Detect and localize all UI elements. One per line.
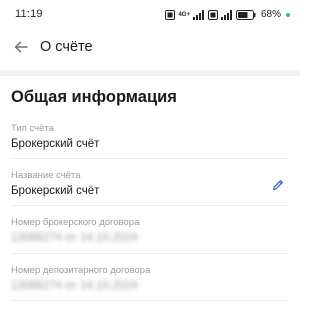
section-separator bbox=[0, 70, 300, 76]
field-brokerage-contract: Номер брокерского договора 13086274 от 1… bbox=[11, 217, 288, 244]
status-time: 11:19 bbox=[15, 8, 43, 20]
field-label: Тип счёта bbox=[11, 123, 54, 134]
field-divider bbox=[11, 300, 288, 301]
field-label: Название счёта bbox=[11, 170, 81, 181]
field-divider bbox=[11, 253, 288, 254]
network-type-label: 4G+ bbox=[178, 11, 190, 18]
field-label: Номер депозитарного договора bbox=[11, 265, 151, 276]
section-title: Общая информация bbox=[11, 88, 177, 106]
sim-hd-icon bbox=[165, 9, 176, 20]
field-value: Брокерский счёт bbox=[11, 138, 100, 150]
battery-icon bbox=[235, 9, 256, 20]
field-account-name[interactable]: Название счёта Брокерский счёт bbox=[11, 170, 288, 197]
arrow-left-icon bbox=[14, 41, 28, 53]
battery-saver-dot bbox=[286, 12, 290, 17]
signal-bars-icon-2 bbox=[220, 9, 232, 20]
field-value-redacted: 13086274 от 14.10.2024 bbox=[11, 280, 138, 292]
field-divider bbox=[11, 205, 288, 206]
field-label: Номер брокерского договора bbox=[11, 217, 140, 228]
field-divider bbox=[11, 158, 288, 159]
page-title: О счёте bbox=[40, 39, 93, 55]
signal-bars-icon bbox=[192, 9, 204, 20]
field-value-redacted: 13086274 от 14.10.2024 bbox=[11, 232, 138, 244]
field-account-type: Тип счёта Брокерский счёт bbox=[11, 123, 288, 150]
edit-account-name-button[interactable] bbox=[270, 177, 286, 193]
app-bar: О счёте bbox=[0, 30, 300, 66]
battery-percent: 68% bbox=[260, 9, 281, 20]
status-icons: 4G+ 68% bbox=[165, 9, 290, 20]
field-depositary-contract: Номер депозитарного договора 13086274 от… bbox=[11, 265, 288, 292]
sim-hd-icon-2 bbox=[207, 9, 218, 20]
pencil-icon bbox=[272, 180, 283, 191]
field-value: Брокерский счёт bbox=[11, 185, 100, 197]
back-button[interactable] bbox=[10, 36, 32, 58]
status-bar: 11:19 4G+ 68% bbox=[0, 0, 300, 30]
